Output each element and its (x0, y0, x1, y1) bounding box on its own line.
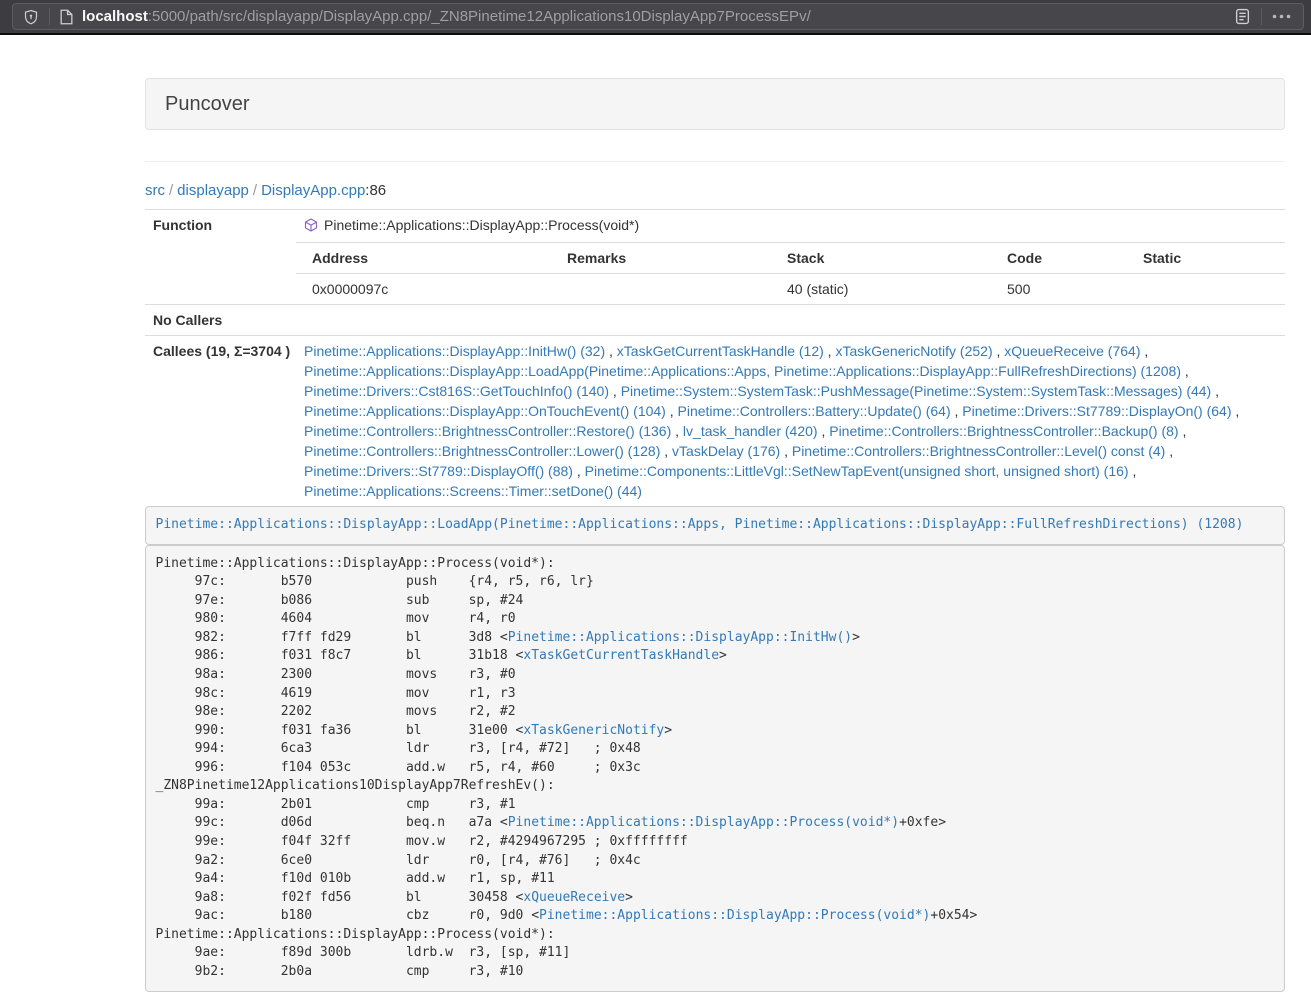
page-info-icon[interactable] (60, 9, 73, 25)
meatball-menu-icon[interactable] (1272, 14, 1291, 19)
page-container: Puncover src/displayapp/DisplayApp.cpp:8… (145, 78, 1285, 992)
url-bar[interactable]: localhost:5000/path/src/displayapp/Displ… (12, 3, 1304, 30)
callee-link[interactable]: Pinetime::Drivers::Cst816S::GetTouchInfo… (304, 383, 609, 399)
stack-value: 40 (static) (771, 274, 991, 305)
symbol-cube-icon (304, 217, 318, 237)
url-path: :5000/path/src/displayapp/DisplayApp.cpp… (148, 8, 811, 25)
callee-link[interactable]: Pinetime::Applications::DisplayApp::OnTo… (304, 403, 666, 419)
callee-link[interactable]: Pinetime::Controllers::BrightnessControl… (792, 443, 1165, 459)
breadcrumb: src/displayapp/DisplayApp.cpp:86 (145, 181, 1285, 201)
column-code: Code (991, 243, 1127, 274)
code-symbol-link[interactable]: xQueueReceive (523, 890, 625, 905)
no-callers-label: No Callers (145, 305, 296, 336)
function-detail-row: Address Remarks Stack Code Static 0x0000… (145, 243, 1285, 305)
app-header: Puncover (145, 78, 1285, 130)
breadcrumb-line-number: :86 (365, 182, 386, 199)
disassembly-listing: Pinetime::Applications::DisplayApp::Proc… (145, 545, 1285, 992)
breadcrumb-displayapp[interactable]: displayapp (177, 182, 249, 199)
callee-link[interactable]: lv_task_handler (420) (683, 423, 818, 439)
toolbar-bottom-edge (0, 33, 1311, 35)
callee-link[interactable]: Pinetime::Controllers::BrightnessControl… (304, 423, 671, 439)
remarks-value (551, 274, 771, 305)
callee-link[interactable]: xTaskGetCurrentTaskHandle (12) (617, 343, 824, 359)
column-address: Address (296, 243, 551, 274)
callees-row: Callees (19, Σ=3704 ) Pinetime::Applicat… (145, 336, 1285, 507)
function-table: Function Pinetime::Applications::Display… (145, 209, 1285, 506)
callee-link[interactable]: xQueueReceive (764) (1004, 343, 1140, 359)
callee-link[interactable]: Pinetime::Applications::DisplayApp::Load… (304, 363, 1181, 379)
callee-link[interactable]: Pinetime::Components::LittleVgl::SetNewT… (585, 463, 1129, 479)
callee-link[interactable]: Pinetime::Controllers::Battery::Update()… (678, 403, 951, 419)
breadcrumb-src[interactable]: src (145, 182, 165, 199)
callee-link[interactable]: Pinetime::Drivers::St7789::DisplayOff() … (304, 463, 573, 479)
function-name-cell: Pinetime::Applications::DisplayApp::Proc… (296, 210, 1285, 243)
static-value (1127, 274, 1285, 305)
url-host: localhost (82, 8, 148, 25)
highlighted-callee-box: Pinetime::Applications::DisplayApp::Load… (145, 506, 1285, 545)
detail-header-row: Address Remarks Stack Code Static (296, 243, 1285, 274)
breadcrumb-file[interactable]: DisplayApp.cpp (261, 182, 365, 199)
function-detail-table: Address Remarks Stack Code Static 0x0000… (296, 243, 1285, 304)
urlbar-divider (49, 8, 50, 25)
urlbar-divider (1261, 8, 1262, 25)
callee-link[interactable]: Pinetime::Drivers::St7789::DisplayOn() (… (962, 403, 1231, 419)
callee-link[interactable]: xTaskGenericNotify (252) (835, 343, 992, 359)
app-title: Puncover (165, 93, 250, 115)
code-symbol-link[interactable]: Pinetime::Applications::DisplayApp::Proc… (508, 815, 899, 830)
detail-value-row: 0x0000097c 40 (static) 500 (296, 274, 1285, 305)
callee-link[interactable]: Pinetime::Applications::Screens::Timer::… (304, 483, 642, 499)
callee-link[interactable]: Pinetime::Applications::DisplayApp::Init… (304, 343, 605, 359)
code-symbol-link[interactable]: xTaskGenericNotify (523, 723, 664, 738)
breadcrumb-separator: / (165, 182, 177, 199)
no-callers-cell (296, 305, 1285, 336)
callee-link[interactable]: Pinetime::System::SystemTask::PushMessag… (621, 383, 1212, 399)
shield-icon[interactable] (23, 9, 39, 25)
divider (145, 161, 1285, 162)
column-stack: Stack (771, 243, 991, 274)
callee-link[interactable]: Pinetime::Controllers::BrightnessControl… (829, 423, 1178, 439)
column-remarks: Remarks (551, 243, 771, 274)
callees-list: Pinetime::Applications::DisplayApp::Init… (296, 336, 1285, 507)
function-row: Function Pinetime::Applications::Display… (145, 210, 1285, 243)
browser-toolbar: localhost:5000/path/src/displayapp/Displ… (0, 0, 1311, 33)
callee-link[interactable]: vTaskDelay (176) (672, 443, 780, 459)
reader-mode-icon[interactable] (1234, 8, 1251, 25)
function-name: Pinetime::Applications::DisplayApp::Proc… (324, 217, 639, 233)
code-symbol-link[interactable]: Pinetime::Applications::DisplayApp::Init… (508, 630, 852, 645)
no-callers-row: No Callers (145, 305, 1285, 336)
code-value: 500 (991, 274, 1127, 305)
code-symbol-link[interactable]: Pinetime::Applications::DisplayApp::Proc… (539, 908, 930, 923)
function-row-label: Function (145, 210, 296, 305)
callees-label: Callees (19, Σ=3704 ) (145, 336, 296, 507)
loadapp-callee-link[interactable]: Pinetime::Applications::DisplayApp::Load… (156, 517, 1244, 532)
column-static: Static (1127, 243, 1285, 274)
url-text[interactable]: localhost:5000/path/src/displayapp/Displ… (82, 8, 1234, 25)
code-symbol-link[interactable]: xTaskGetCurrentTaskHandle (523, 648, 719, 663)
address-value: 0x0000097c (296, 274, 551, 305)
callee-link[interactable]: Pinetime::Controllers::BrightnessControl… (304, 443, 660, 459)
breadcrumb-separator: / (249, 182, 261, 199)
